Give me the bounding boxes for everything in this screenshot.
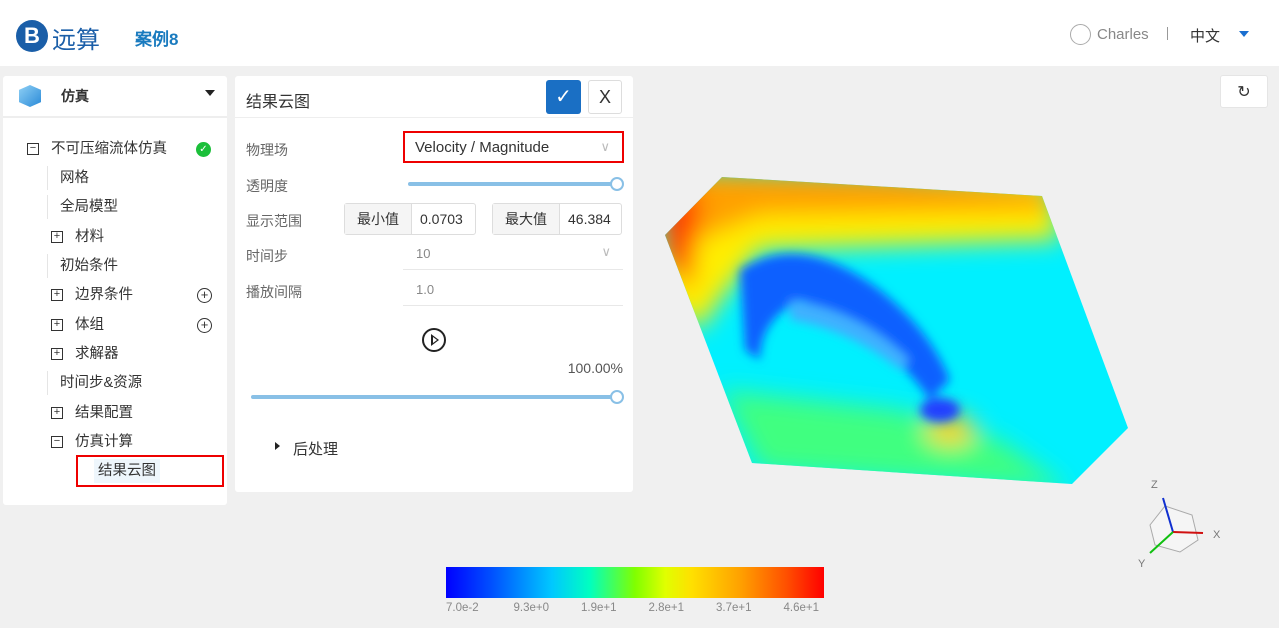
z-axis-label: Z bbox=[1151, 479, 1158, 491]
color-legend-tick: 9.3e+0 bbox=[513, 602, 550, 614]
y-axis-label: Y bbox=[1138, 558, 1146, 570]
color-legend-tick: 3.7e+1 bbox=[716, 602, 752, 614]
contour-view[interactable]: Z X Y bbox=[0, 0, 1279, 628]
color-legend-tick: 4.6e+1 bbox=[783, 602, 820, 614]
color-legend-bar bbox=[446, 567, 824, 598]
color-legend-tick: 2.8e+1 bbox=[648, 602, 685, 614]
velocity-contour bbox=[665, 177, 1128, 484]
color-legend-tick: 1.9e+1 bbox=[581, 602, 617, 614]
axis-triad bbox=[1149, 497, 1204, 554]
color-legend-tick: 7.0e-2 bbox=[446, 602, 479, 614]
x-axis-label: X bbox=[1213, 529, 1221, 541]
